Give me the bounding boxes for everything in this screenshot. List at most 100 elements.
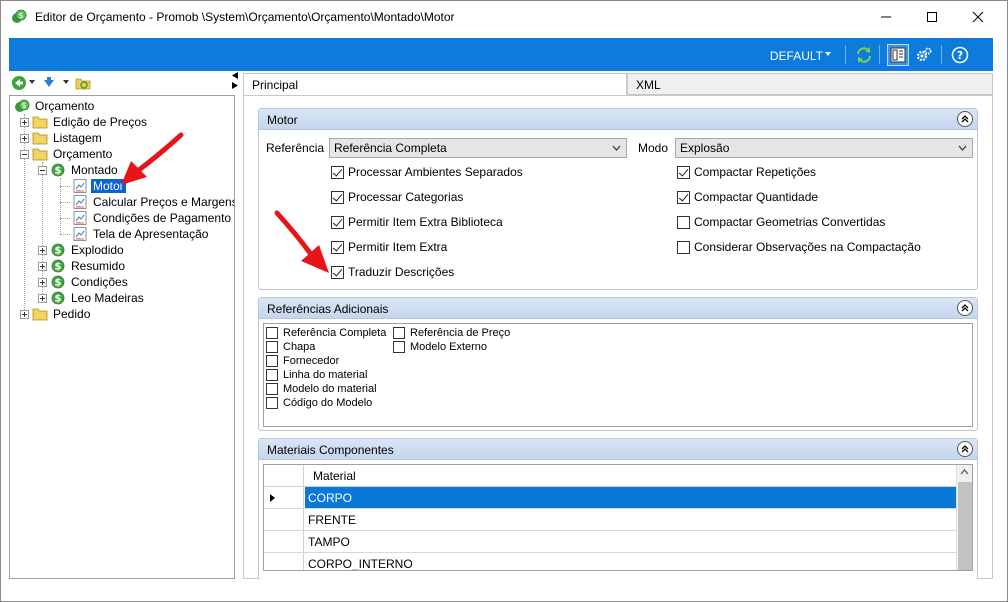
collapse-minus-icon[interactable] [20, 149, 29, 159]
reference-checkbox[interactable]: Linha do material [266, 368, 367, 382]
scrollbar-thumb[interactable] [958, 482, 972, 570]
table-row[interactable]: TAMPO [264, 531, 958, 553]
checkbox[interactable] [677, 240, 690, 254]
reference-checkbox[interactable]: Modelo Externo [393, 340, 487, 354]
reference-checkbox[interactable]: Código do Modelo [266, 396, 372, 410]
tree-node[interactable]: $ Montado [38, 162, 120, 178]
material-cell[interactable]: CORPO [305, 487, 958, 508]
document-chart-icon [73, 227, 87, 241]
expand-plus-icon[interactable] [38, 293, 47, 303]
refresh-button[interactable] [853, 44, 875, 66]
reference-checkbox[interactable]: Referência de Preço [393, 326, 510, 340]
material-cell[interactable]: FRENTE [305, 509, 958, 530]
row-header[interactable] [264, 487, 304, 508]
move-down-icon[interactable] [41, 75, 57, 91]
materiais-grid[interactable]: Material CORPO FRENTE TAMPO CORPO_INTERNO [263, 464, 973, 571]
expand-plus-icon[interactable] [20, 309, 29, 319]
minimize-button[interactable] [863, 1, 909, 33]
expand-plus-icon[interactable] [38, 261, 47, 271]
tree-node[interactable]: Pedido [20, 306, 92, 322]
option-checkbox[interactable]: Permitir Item Extra Biblioteca [331, 215, 503, 229]
reference-checkbox[interactable]: Fornecedor [266, 354, 339, 368]
option-checkbox[interactable]: Compactar Quantidade [677, 190, 818, 204]
tree-node[interactable]: $ Explodido [38, 242, 126, 258]
folder-icon [32, 132, 48, 145]
material-cell[interactable]: TAMPO [305, 531, 958, 552]
checkbox[interactable] [677, 190, 690, 204]
tree-node[interactable]: Condições de Pagamento [72, 210, 233, 226]
column-header-material[interactable]: Material [305, 465, 958, 486]
chevron-down-icon[interactable] [63, 80, 69, 84]
row-header[interactable] [264, 531, 304, 552]
option-checkbox[interactable]: Compactar Repetições [677, 165, 816, 179]
tree-node[interactable]: Edição de Preços [20, 114, 149, 130]
tab-xml[interactable]: XML [627, 73, 993, 95]
tree-node[interactable]: Listagem [20, 130, 104, 146]
checkbox[interactable] [331, 165, 344, 179]
material-cell[interactable]: CORPO_INTERNO [305, 553, 958, 570]
refresh-folder-icon[interactable] [75, 75, 91, 91]
help-button[interactable]: ? [949, 44, 971, 66]
checkbox[interactable] [393, 341, 405, 353]
reference-checkbox[interactable]: Chapa [266, 340, 315, 354]
checkbox[interactable] [266, 341, 278, 353]
settings-button[interactable] [913, 44, 935, 66]
row-header[interactable] [264, 553, 304, 570]
expand-plus-icon[interactable] [20, 133, 29, 143]
layout-button[interactable] [887, 44, 909, 66]
profile-dropdown[interactable]: DEFAULT [770, 49, 823, 63]
row-header-corner [264, 465, 304, 486]
close-button[interactable] [955, 1, 1001, 33]
svg-text:?: ? [957, 49, 963, 62]
referencia-select[interactable]: Referência Completa [329, 138, 627, 158]
collapse-button[interactable] [957, 111, 973, 127]
table-row[interactable]: FRENTE [264, 509, 958, 531]
collapse-button[interactable] [957, 300, 973, 316]
checkbox[interactable] [677, 165, 690, 179]
option-checkbox[interactable]: Compactar Geometrias Convertidas [677, 215, 885, 229]
scroll-up-icon[interactable] [960, 469, 969, 475]
checkbox[interactable] [331, 190, 344, 204]
collapse-minus-icon[interactable] [38, 165, 47, 175]
vertical-scrollbar[interactable] [956, 465, 972, 570]
tree-node[interactable]: Motor [72, 178, 127, 194]
tree-node[interactable]: Calcular Preços e Margens [72, 194, 234, 210]
expand-plus-icon[interactable] [20, 117, 29, 127]
checkbox[interactable] [266, 369, 278, 381]
checkbox[interactable] [266, 397, 278, 409]
checkbox[interactable] [393, 327, 405, 339]
tab-principal[interactable]: Principal [243, 73, 627, 95]
app-money-icon: $ [12, 9, 27, 23]
reference-checkbox[interactable]: Referência Completa [266, 326, 386, 340]
expand-plus-icon[interactable] [38, 245, 47, 255]
checkbox[interactable] [677, 215, 690, 229]
modo-select[interactable]: Explosão [675, 138, 973, 158]
tree-node-label: Pedido [53, 307, 91, 321]
back-arrow-icon[interactable] [11, 75, 27, 91]
collapse-button[interactable] [957, 441, 973, 457]
option-checkbox[interactable]: Processar Categorias [331, 190, 463, 204]
maximize-button[interactable] [909, 1, 955, 33]
tree-node[interactable]: Orçamento [20, 146, 114, 162]
tree-node[interactable]: Tela de Apresentação [72, 226, 210, 242]
option-checkbox[interactable]: Considerar Observações na Compactação [677, 240, 921, 254]
row-header[interactable] [264, 509, 304, 530]
option-checkbox[interactable]: Traduzir Descrições [331, 265, 454, 279]
option-checkbox[interactable]: Processar Ambientes Separados [331, 165, 523, 179]
tree-node[interactable]: $ Leo Madeiras [38, 290, 146, 306]
reference-checkbox[interactable]: Modelo do material [266, 382, 377, 396]
checkbox-label: Referência Completa [283, 327, 387, 339]
panel-splitter-arrows[interactable] [230, 71, 240, 91]
expand-plus-icon[interactable] [38, 277, 47, 287]
checkbox[interactable] [266, 355, 278, 367]
checkbox[interactable] [266, 327, 278, 339]
option-checkbox[interactable]: Permitir Item Extra [331, 240, 447, 254]
chevron-down-icon[interactable] [29, 80, 35, 84]
table-row[interactable]: CORPO [264, 487, 958, 509]
tree-node[interactable]: $ Resumido [38, 258, 127, 274]
red-annotation-arrow-icon [121, 132, 184, 185]
checkbox[interactable] [266, 383, 278, 395]
tree-node-root[interactable]: $ Orçamento [14, 98, 96, 114]
tree-node[interactable]: $ Condições [38, 274, 130, 290]
table-row[interactable]: CORPO_INTERNO [264, 553, 958, 570]
